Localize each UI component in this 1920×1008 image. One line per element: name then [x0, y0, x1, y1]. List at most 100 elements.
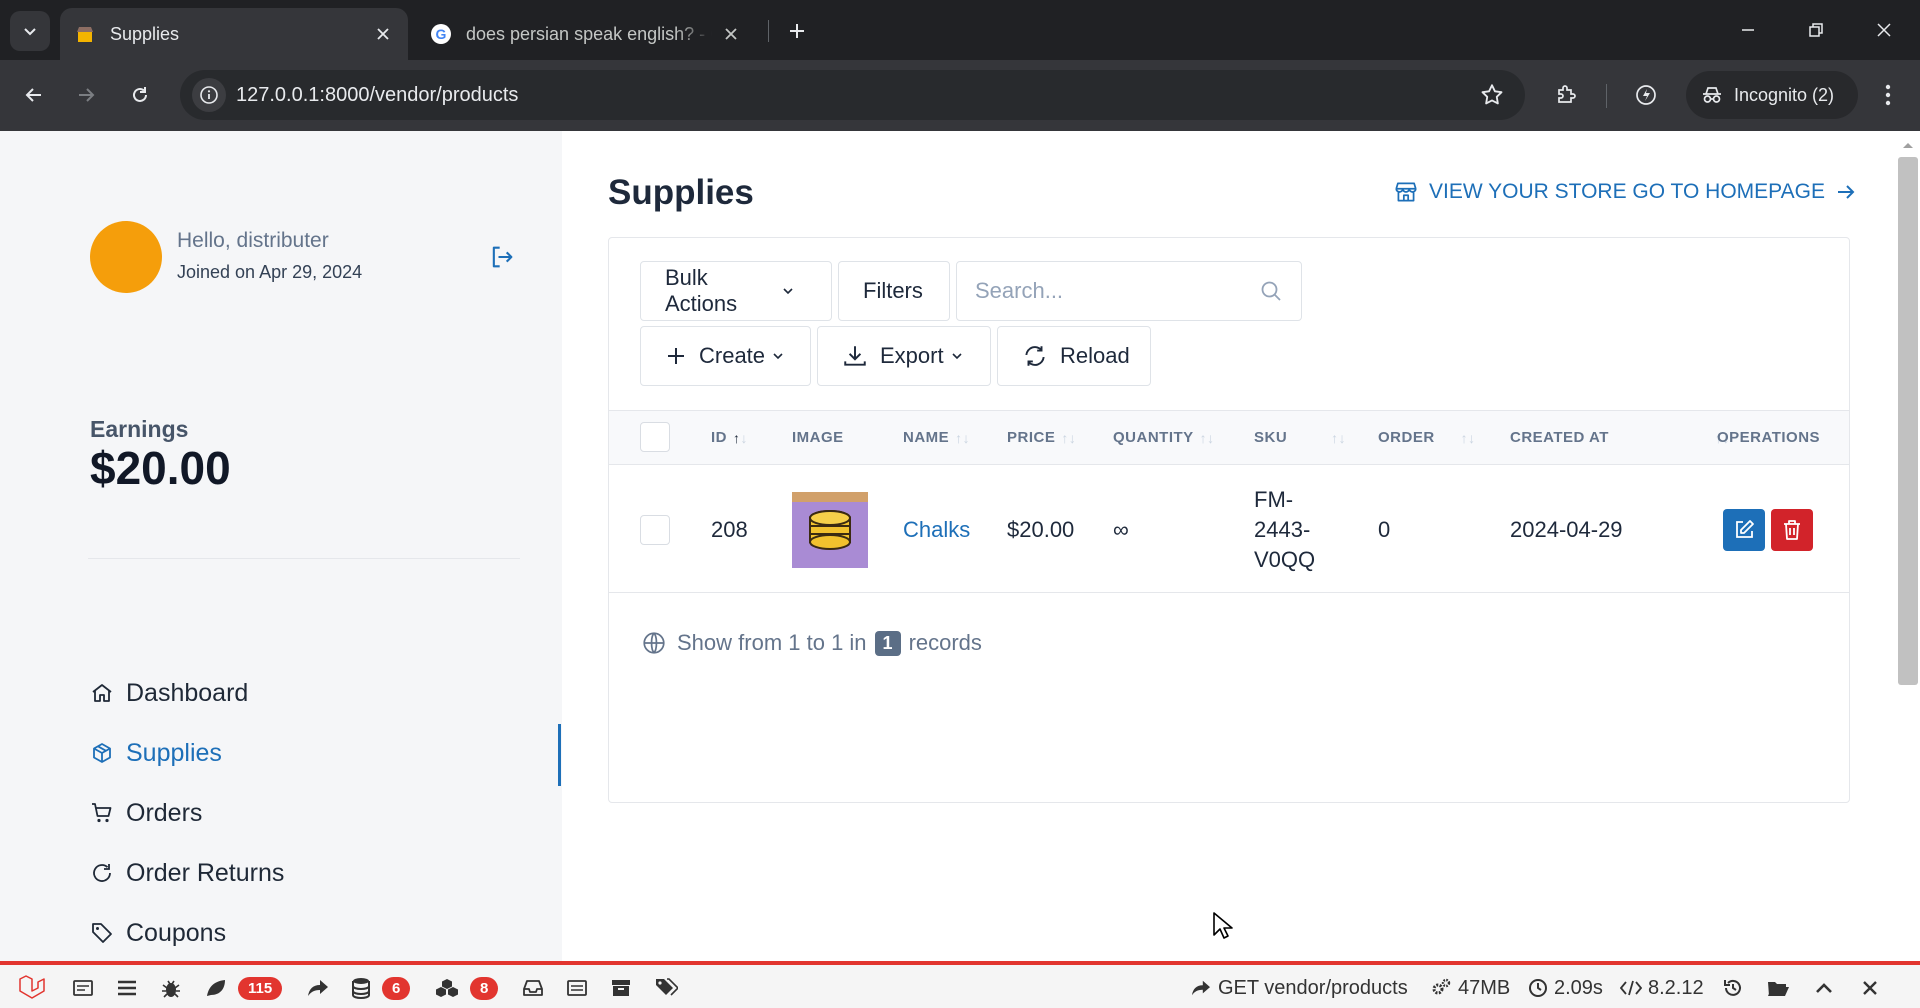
sku-line: FM- — [1254, 487, 1294, 512]
address-bar[interactable]: 127.0.0.1:8000/vendor/products — [180, 70, 1525, 120]
column-header-order[interactable]: ORDER ↑↓ — [1378, 429, 1476, 446]
mail-inbox-icon[interactable] — [522, 973, 550, 1003]
column-header-id[interactable]: ID ↑ ↓ — [711, 429, 748, 446]
refresh-icon — [90, 861, 118, 885]
restore-icon — [1809, 23, 1823, 37]
queries-count-badge: 6 — [382, 976, 411, 1000]
create-button[interactable]: Create — [640, 326, 811, 386]
clock-icon — [1529, 979, 1547, 997]
column-header-created-at[interactable]: CREATED AT ↑↓ — [1510, 429, 1730, 446]
history-icon[interactable] — [1722, 973, 1750, 1003]
models-cubes-icon[interactable]: 8 — [434, 973, 499, 1003]
gate-list-icon[interactable] — [566, 973, 594, 1003]
timeline-icon[interactable] — [116, 973, 144, 1003]
avatar[interactable] — [90, 221, 162, 293]
tab-supplies[interactable]: Supplies — [60, 8, 408, 60]
sidebar-item-dashboard[interactable]: Dashboard — [90, 673, 248, 713]
delete-button[interactable] — [1771, 509, 1813, 551]
php-version-info[interactable]: 8.2.12 — [1620, 973, 1704, 1003]
product-name-link[interactable]: Chalks — [903, 517, 970, 543]
search-icon[interactable] — [1259, 279, 1283, 303]
new-tab-button[interactable] — [780, 14, 814, 48]
cart-icon — [90, 801, 118, 825]
memory-info[interactable]: 47MB — [1430, 973, 1510, 1003]
sort-icon[interactable]: ↑↓ — [955, 430, 970, 446]
restore-button[interactable] — [1782, 0, 1850, 60]
request-tags-icon[interactable] — [654, 973, 684, 1003]
sort-icon[interactable]: ↓ — [741, 430, 749, 446]
sidebar-active-indicator — [558, 724, 561, 786]
tab-search-button[interactable] — [10, 11, 50, 51]
joined-date: Joined on Apr 29, 2024 — [177, 262, 363, 282]
edit-button[interactable] — [1723, 509, 1765, 551]
messages-icon[interactable] — [72, 973, 100, 1003]
queries-database-icon[interactable]: 6 — [350, 973, 411, 1003]
column-header-quantity[interactable]: QUANTITY ↑↓ — [1113, 429, 1215, 446]
back-button[interactable] — [14, 75, 54, 115]
bulk-actions-button[interactable]: Bulk Actions — [640, 261, 832, 321]
performance-button[interactable] — [1626, 75, 1666, 115]
records-suffix: records — [908, 630, 982, 655]
column-header-price[interactable]: PRICE ↑↓ — [1007, 429, 1076, 446]
route-info[interactable]: GET vendor/products — [1190, 973, 1408, 1003]
export-button[interactable]: Export — [817, 326, 991, 386]
export-label: Export — [880, 343, 944, 368]
products-table-card: Bulk Actions Filters Search... Create Ex… — [608, 237, 1850, 803]
sidebar-item-order-returns[interactable]: Order Returns — [90, 853, 284, 893]
close-tab-icon[interactable] — [372, 23, 394, 45]
sort-asc-icon[interactable]: ↑ — [733, 430, 741, 446]
close-icon — [1877, 23, 1891, 37]
url-text[interactable]: 127.0.0.1:8000/vendor/products — [236, 84, 518, 107]
extensions-button[interactable] — [1546, 75, 1586, 115]
exceptions-bug-icon[interactable] — [160, 973, 188, 1003]
session-archive-icon[interactable] — [610, 973, 638, 1003]
select-all-checkbox[interactable] — [640, 422, 670, 452]
scrollbar-thumb[interactable] — [1898, 157, 1918, 685]
store-favicon-icon — [74, 23, 96, 45]
laravel-logo-icon[interactable] — [16, 973, 52, 1003]
cell-sku: FM- 2443- V0QQ — [1254, 485, 1315, 575]
chevron-up-icon[interactable] — [1814, 973, 1840, 1003]
reload-icon — [1022, 343, 1060, 369]
reload-page-button[interactable] — [120, 75, 160, 115]
tab-google-search[interactable]: G does persian speak english? - G — [416, 8, 756, 60]
close-tab-icon[interactable] — [720, 23, 742, 45]
open-folder-icon[interactable] — [1766, 973, 1796, 1003]
bulk-actions-label: Bulk Actions — [665, 265, 738, 316]
cell-price: $20.00 — [1007, 517, 1075, 542]
close-window-button[interactable] — [1850, 0, 1918, 60]
reload-icon — [133, 87, 147, 102]
site-info-icon[interactable] — [192, 78, 226, 112]
row-checkbox[interactable] — [640, 515, 670, 545]
filters-button[interactable]: Filters — [838, 261, 950, 321]
arrow-right-icon — [79, 88, 95, 102]
view-store-link[interactable]: VIEW YOUR STORE GO TO HOMEPAGE — [1393, 179, 1867, 205]
views-leaf-icon[interactable]: 115 — [204, 973, 283, 1003]
incognito-profile-button[interactable]: Incognito (2) — [1686, 71, 1858, 119]
minimize-button[interactable] — [1714, 0, 1782, 60]
sort-icon[interactable]: ↑↓ — [1461, 430, 1476, 446]
sidebar-item-supplies[interactable]: Supplies — [90, 733, 222, 773]
column-header-name[interactable]: NAME ↑↓ — [903, 429, 970, 446]
time-info[interactable]: 2.09s — [1528, 973, 1603, 1003]
sidebar-item-orders[interactable]: Orders — [90, 793, 202, 833]
sort-icon[interactable]: ↑↓ — [1200, 430, 1215, 446]
route-share-icon[interactable] — [306, 973, 336, 1003]
browser-menu-button[interactable] — [1868, 75, 1908, 115]
sort-icon[interactable]: ↑↓ — [1331, 430, 1346, 446]
sidebar-item-coupons[interactable]: Coupons — [90, 913, 226, 953]
close-debugbar-icon[interactable] — [1862, 973, 1884, 1003]
scroll-up-icon[interactable] — [1899, 139, 1917, 151]
vendor-sidebar: Hello, distributer Joined on Apr 29, 202… — [0, 131, 562, 961]
sort-icon[interactable]: ↑↓ — [1061, 430, 1076, 446]
reload-button[interactable]: Reload — [997, 326, 1151, 386]
column-header-sku[interactable]: SKU ↑↓ — [1254, 429, 1346, 446]
forward-button[interactable] — [66, 75, 106, 115]
search-input[interactable]: Search... — [956, 261, 1302, 321]
bookmark-star-icon[interactable] — [1479, 82, 1505, 108]
plus-icon — [665, 345, 699, 367]
globe-icon — [641, 630, 677, 656]
logout-icon[interactable] — [488, 243, 516, 271]
product-image[interactable] — [792, 492, 868, 568]
browser-toolbar: 127.0.0.1:8000/vendor/products Incognito… — [0, 60, 1920, 131]
